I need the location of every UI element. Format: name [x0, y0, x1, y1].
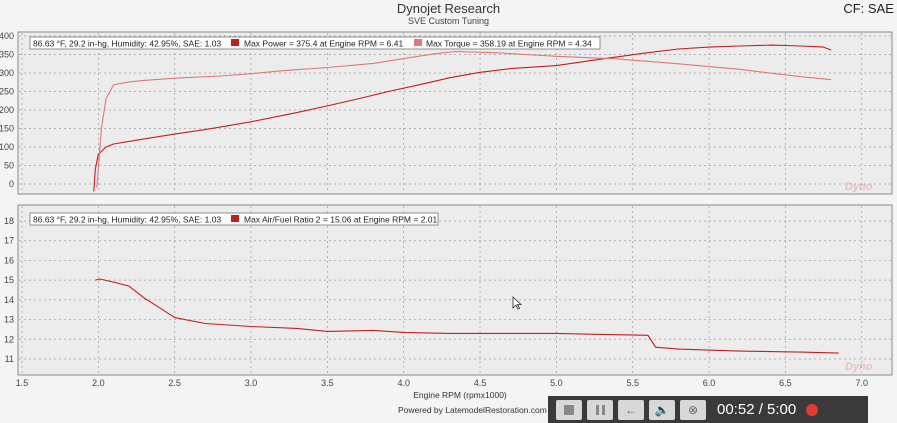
x-tick-label: 3.5: [321, 378, 334, 388]
torque-legend-swatch: [414, 39, 422, 46]
x-tick-label: 4.5: [474, 378, 487, 388]
top-y-ticks: 0 50 100 150 200 250 300 350 400: [0, 31, 14, 189]
x-tick-label: 5.0: [550, 378, 563, 388]
x-tick-label: 6.5: [779, 378, 792, 388]
top-legend-conditions: 86.63 °F, 29.2 in-hg, Humidity: 42.95%, …: [33, 39, 221, 49]
pause-icon-bar: [601, 404, 605, 415]
top-y-tick-label: 250: [0, 87, 14, 97]
mouse-cursor-icon: [512, 296, 522, 310]
bottom-legend: 86.63 °F, 29.2 in-hg, Humidity: 42.95%, …: [29, 212, 439, 226]
x-ticks: 1.5 2.0 2.5 3.0 3.5 4.0 4.5 5.0 5.5 6.0 6.5 7.0: [16, 378, 868, 388]
footer-credit: Powered by LatemodelRestoration.com: [398, 405, 547, 415]
bottom-y-tick-label: 15: [4, 275, 14, 285]
afr-legend-swatch: [231, 215, 239, 222]
recording-controls: ← 🔈 ⊗ 00:52 / 5:00: [548, 396, 868, 423]
dyno-charts: 0 50 100 150 200 250 300 350 400 86.63 °F, 29.2 …: [0, 31, 893, 400]
bottom-y-tick-label: 12: [4, 334, 14, 344]
stop-icon: [564, 404, 574, 415]
x-tick-label: 1.5: [16, 378, 29, 388]
bottom-watermark: Dyno: [845, 361, 873, 373]
torque-legend-label: Max Torque = 358.19 at Engine RPM = 4.34: [426, 39, 592, 49]
pause-button[interactable]: [587, 399, 613, 420]
bottom-y-tick-label: 16: [4, 255, 14, 265]
top-watermark: Dyno: [845, 181, 873, 193]
bottom-y-tick-label: 17: [4, 236, 14, 246]
x-tick-label: 2.0: [92, 378, 105, 388]
speaker-icon: 🔈: [654, 402, 670, 417]
record-indicator-icon[interactable]: [806, 403, 819, 416]
x-tick-label: 4.0: [397, 378, 410, 388]
recording-timer: 00:52 / 5:00: [717, 401, 797, 418]
top-y-tick-label: 150: [0, 124, 14, 134]
close-circle-icon: ⊗: [687, 402, 699, 417]
x-tick-label: 6.0: [703, 378, 716, 388]
power-legend-swatch: [231, 39, 239, 46]
back-arrow-icon: ←: [625, 402, 637, 417]
x-tick-label: 3.0: [245, 378, 258, 388]
top-y-tick-label: 200: [0, 105, 14, 115]
x-tick-label: 2.5: [168, 378, 181, 388]
volume-button[interactable]: 🔈: [649, 399, 675, 420]
top-y-tick-label: 350: [0, 50, 14, 60]
top-legend: 86.63 °F, 29.2 in-hg, Humidity: 42.95%, …: [29, 36, 601, 50]
bottom-y-tick-label: 14: [4, 295, 14, 305]
cancel-button[interactable]: ⊗: [680, 399, 706, 420]
top-y-tick-label: 300: [0, 68, 14, 78]
top-plot-area: [17, 31, 893, 195]
dyno-window: Dynojet Research SVE Custom Tuning CF: S…: [0, 0, 897, 423]
bottom-y-ticks: 11 12 13 14 15 16 17 18: [4, 216, 14, 364]
bottom-y-tick-label: 18: [4, 216, 14, 226]
back-button[interactable]: ←: [618, 399, 644, 420]
bottom-legend-conditions: 86.63 °F, 29.2 in-hg, Humidity: 42.95%, …: [33, 215, 221, 225]
pause-icon: [595, 404, 599, 415]
bottom-plot-area: [17, 204, 893, 376]
bottom-y-tick-label: 11: [5, 354, 14, 364]
top-y-tick-label: 50: [4, 161, 14, 171]
top-y-tick-label: 400: [0, 31, 14, 41]
top-y-tick-label: 100: [0, 142, 14, 152]
top-y-tick-label: 0: [9, 179, 14, 189]
x-tick-label: 5.5: [626, 378, 639, 388]
power-legend-label: Max Power = 375.4 at Engine RPM = 6.41: [244, 39, 404, 49]
afr-legend-label: Max Air/Fuel Ratio 2 = 15.06 at Engine R…: [244, 215, 438, 225]
bottom-y-tick-label: 13: [4, 315, 14, 325]
x-tick-label: 7.0: [855, 378, 868, 388]
x-axis-label: Engine RPM (rpmx1000): [413, 390, 507, 400]
stop-button[interactable]: [556, 399, 582, 420]
